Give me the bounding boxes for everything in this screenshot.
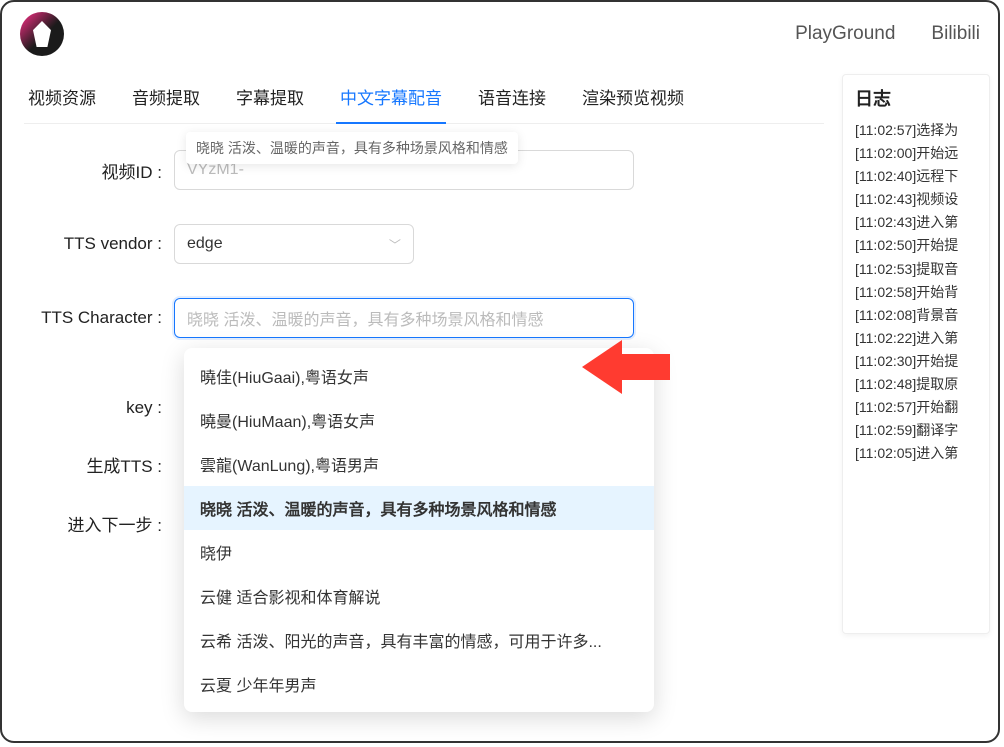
next-step-label: 进入下一步 : (24, 511, 174, 536)
app-logo (20, 12, 64, 56)
tab-audio-extract[interactable]: 音频提取 (128, 74, 204, 123)
dropdown-option[interactable]: 云夏 少年年男声 (184, 662, 654, 706)
tab-chinese-subtitle-tts[interactable]: 中文字幕配音 (336, 74, 446, 123)
log-entry: [11:02:59]翻译字 (855, 419, 989, 442)
log-entry: [11:02:05]进入第 (855, 442, 989, 465)
log-entry: [11:02:57]选择为 (855, 119, 989, 142)
tab-video-resource[interactable]: 视频资源 (24, 74, 100, 123)
tabs: 视频资源 音频提取 字幕提取 中文字幕配音 语音连接 渲染预览视频 (24, 74, 824, 124)
annotation-arrow-icon (582, 332, 672, 402)
tooltip: 晓晓 活泼、温暖的声音，具有多种场景风格和情感 (186, 132, 518, 164)
generate-tts-label: 生成TTS : (24, 452, 174, 477)
tts-character-dropdown: 曉佳(HiuGaai),粤语女声 曉曼(HiuMaan),粤语女声 雲龍(Wan… (184, 348, 654, 712)
log-entry: [11:02:48]提取原 (855, 373, 989, 396)
log-entry: [11:02:53]提取音 (855, 258, 989, 281)
dropdown-option[interactable]: 晓晓 活泼、温暖的声音，具有多种场景风格和情感 (184, 486, 654, 530)
dropdown-option[interactable]: 云希 活泼、阳光的声音，具有丰富的情感，可用于许多... (184, 618, 654, 662)
log-entry: [11:02:00]开始远 (855, 142, 989, 165)
dropdown-option[interactable]: 云健 适合影视和体育解说 (184, 574, 654, 618)
log-entry: [11:02:43]视频设 (855, 188, 989, 211)
chevron-down-icon: 〉 (386, 238, 403, 250)
log-entry: [11:02:57]开始翻 (855, 396, 989, 419)
log-entry: [11:02:43]进入第 (855, 211, 989, 234)
log-entry: [11:02:58]开始背 (855, 281, 989, 304)
log-entry: [11:02:30]开始提 (855, 350, 989, 373)
tts-vendor-select[interactable]: edge 〉 (174, 224, 414, 264)
log-entry: [11:02:50]开始提 (855, 234, 989, 257)
tts-vendor-label: TTS vendor : (24, 234, 174, 254)
nav-bilibili[interactable]: Bilibili (931, 23, 980, 45)
log-entry: [11:02:40]远程下 (855, 165, 989, 188)
tts-character-label: TTS Character : (24, 308, 174, 328)
log-title: 日志 (843, 75, 989, 119)
tab-voice-concat[interactable]: 语音连接 (474, 74, 550, 123)
key-label: key : (24, 398, 174, 418)
log-panel: 日志 [11:02:57]选择为 [11:02:00]开始远 [11:02:40… (842, 74, 990, 634)
log-entry: [11:02:08]背景音 (855, 304, 989, 327)
tab-subtitle-extract[interactable]: 字幕提取 (232, 74, 308, 123)
dropdown-option[interactable]: 雲龍(WanLung),粤语男声 (184, 442, 654, 486)
tts-character-select[interactable]: 晓晓 活泼、温暖的声音，具有多种场景风格和情感 (174, 298, 634, 338)
dropdown-option[interactable]: 晓伊 (184, 530, 654, 574)
dropdown-option[interactable]: 曉曼(HiuMaan),粤语女声 (184, 398, 654, 442)
log-entry: [11:02:22]进入第 (855, 327, 989, 350)
log-list: [11:02:57]选择为 [11:02:00]开始远 [11:02:40]远程… (843, 119, 989, 465)
tts-vendor-value: edge (187, 235, 223, 253)
tab-render-preview[interactable]: 渲染预览视频 (578, 74, 688, 123)
video-id-label: 视频ID : (24, 158, 174, 183)
nav-playground[interactable]: PlayGround (795, 23, 895, 45)
tts-character-placeholder: 晓晓 活泼、温暖的声音，具有多种场景风格和情感 (187, 306, 543, 330)
